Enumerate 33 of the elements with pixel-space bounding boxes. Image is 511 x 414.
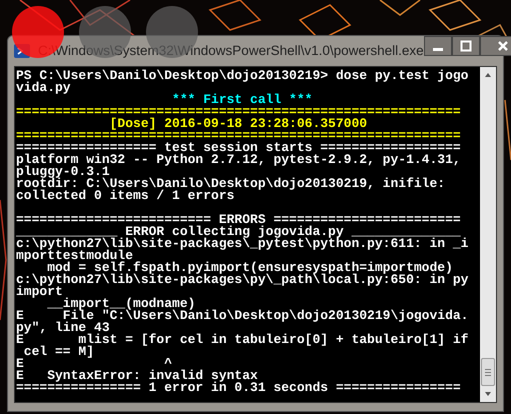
maximize-icon: [460, 40, 472, 52]
console-line: import: [16, 286, 63, 298]
minimize-button[interactable]: [424, 36, 452, 56]
console-line: =========================================================: [16, 106, 462, 118]
scrollbar-thumb[interactable]: [481, 358, 495, 386]
console-line: c:\python27\lib\site-packages\_pytest\python.py:611: in _i: [16, 238, 470, 250]
console-line: pluggy-0.3.1: [16, 166, 110, 178]
console-line: __import__(modname): [47, 298, 196, 310]
console-line: platform win32 -- Python 2.7.12, pytest-2.9.2, py-1.4.31,: [16, 154, 462, 166]
console-line: ================== test session starts ==================: [16, 142, 462, 154]
console-line: [Dose] 2016-09-18 23:28:06.357000: [108, 118, 368, 130]
console-line: E SyntaxError: invalid syntax: [16, 370, 258, 382]
close-icon: [496, 40, 509, 52]
minimize-icon: [432, 48, 443, 50]
console-line: cel == M]: [24, 346, 96, 358]
console-line: vida.py: [16, 82, 71, 94]
console-line: PS C:\Users\Danilo\Desktop\dojo20130219> dose py.test jogo: [16, 70, 470, 82]
console-line: py", line 43: [16, 322, 110, 334]
console-line: *** First call ***: [171, 94, 314, 106]
console-line: collected 0 items / 1 errors: [16, 190, 234, 202]
console-line: ========================= ERRORS ========================: [16, 214, 462, 226]
console-line: mporttestmodule: [16, 250, 134, 262]
console-line: =========================================================: [16, 130, 462, 142]
console-line: E mlist = [for cel in tabuleiro[0] + tabuleiro[1] if: [16, 334, 470, 346]
console-line: rootdir: C:\Users\Danilo\Desktop\dojo20130219, inifile:: [16, 178, 446, 190]
console-line: E File "C:\Users\Danilo\Desktop\dojo20130219\jogovida.: [16, 310, 470, 322]
console-line: E ^: [16, 358, 172, 370]
console-line: _____________ ERROR collecting jogovida.py ______________: [16, 226, 461, 238]
console-line: mod = self.fspath.pyimport(ensuresyspath=importmode): [47, 262, 454, 274]
maximize-button[interactable]: [452, 36, 480, 56]
scrollbar[interactable]: [480, 67, 496, 402]
console-line: ================ 1 error in 0.31 seconds ================: [16, 382, 462, 394]
console-line: c:\python27\lib\site-packages\py\_path\local.py:650: in py: [16, 274, 470, 286]
